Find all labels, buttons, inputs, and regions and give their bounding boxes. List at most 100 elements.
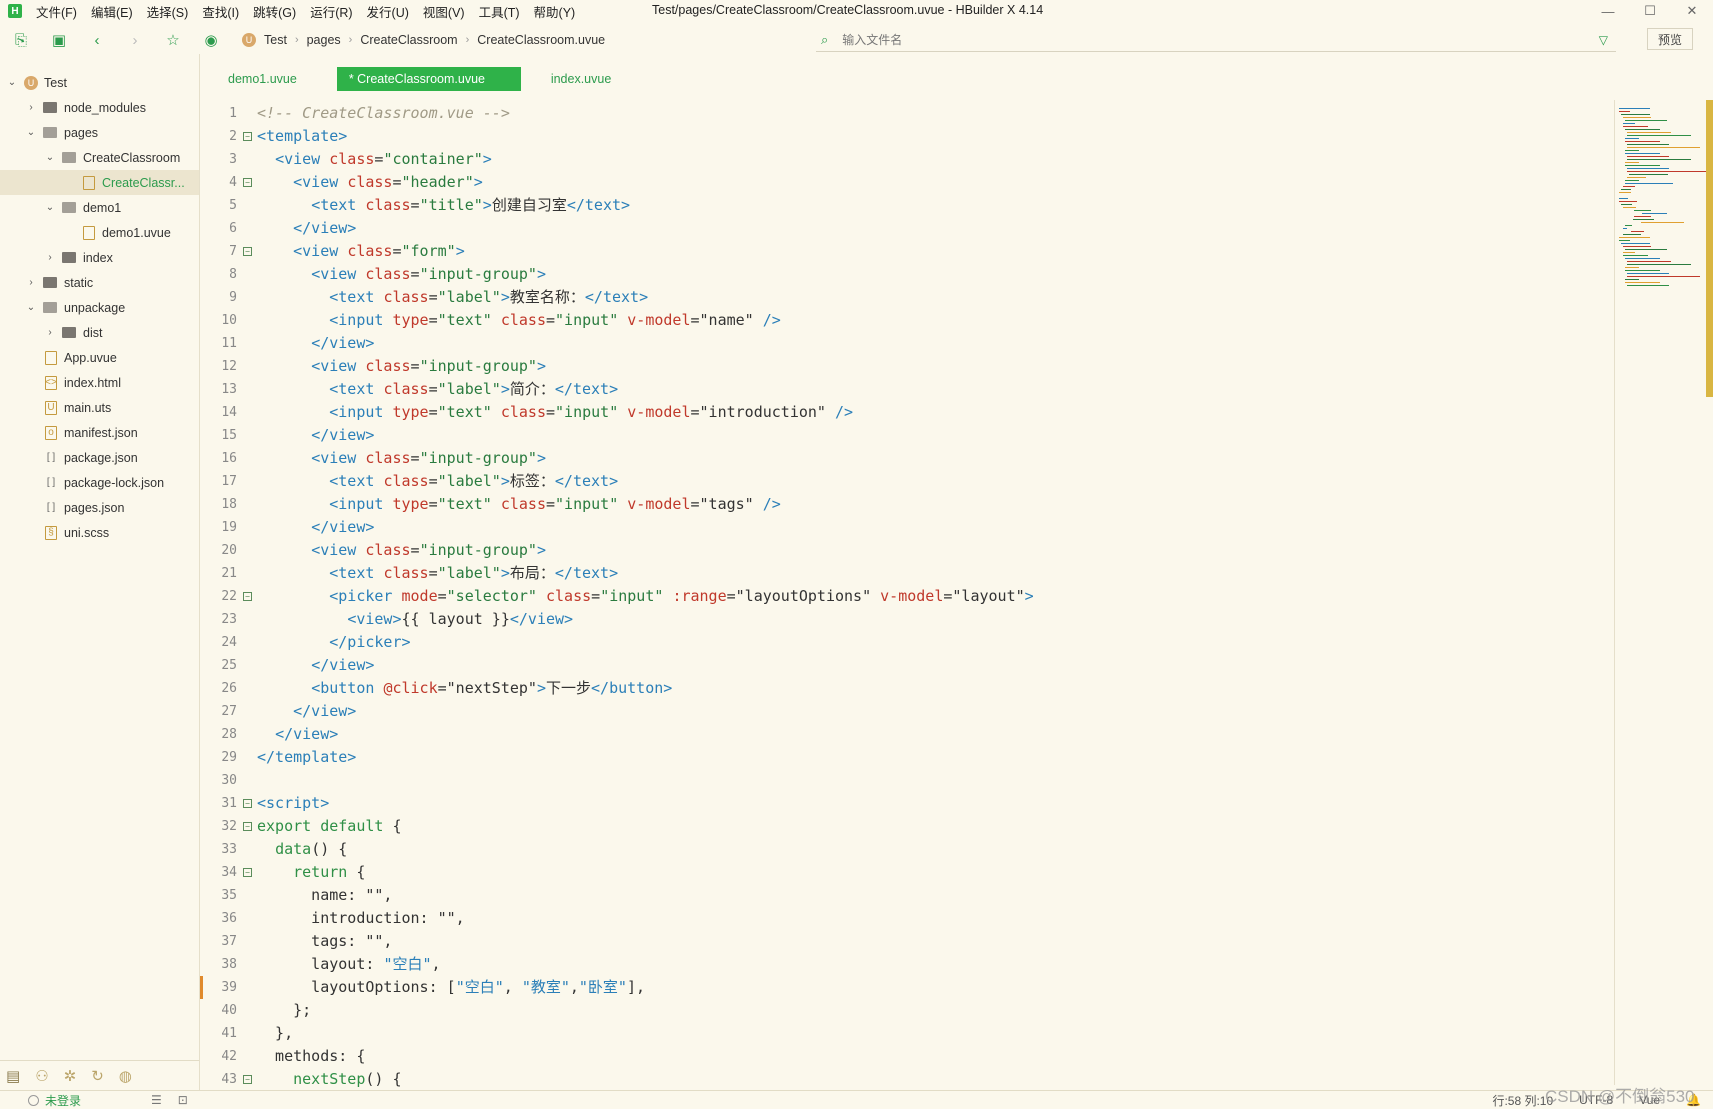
tree-item[interactable]: [ ] package.json bbox=[0, 445, 200, 470]
code-line[interactable]: 5 <text class="title">创建自习室</text> bbox=[200, 194, 1610, 217]
menu-item[interactable]: 发行(U) bbox=[367, 2, 409, 21]
plugin-icon[interactable]: ⚇ bbox=[35, 1067, 48, 1085]
chevron-right-icon[interactable]: › bbox=[25, 102, 37, 113]
code-line[interactable]: 23 <view>{{ layout }}</view> bbox=[200, 608, 1610, 631]
save-icon[interactable]: ▣ bbox=[50, 31, 68, 49]
code-line[interactable]: 15 </view> bbox=[200, 424, 1610, 447]
tree-item[interactable]: › node_modules bbox=[0, 95, 200, 120]
new-file-icon[interactable]: ⎘ bbox=[12, 31, 30, 49]
code-line[interactable]: 24 </picker> bbox=[200, 631, 1610, 654]
tree-item[interactable]: o manifest.json bbox=[0, 420, 200, 445]
chevron-down-icon[interactable]: ⌄ bbox=[25, 302, 37, 313]
code-line[interactable]: 13 <text class="label">简介：</text> bbox=[200, 378, 1610, 401]
chevron-right-icon[interactable]: › bbox=[25, 277, 37, 288]
code-line[interactable]: 26 <button @click="nextStep">下一步</button… bbox=[200, 677, 1610, 700]
breadcrumb-item[interactable]: CreateClassroom bbox=[360, 33, 457, 47]
run-icon[interactable]: ◉ bbox=[202, 31, 220, 49]
fold-toggle-icon[interactable]: − bbox=[243, 132, 252, 141]
fold-toggle-icon[interactable]: − bbox=[243, 799, 252, 808]
menu-item[interactable]: 跳转(G) bbox=[253, 2, 296, 21]
preview-button[interactable]: 预览 bbox=[1647, 28, 1693, 50]
fold-toggle-icon[interactable]: − bbox=[243, 1075, 252, 1084]
code-line[interactable]: 27 </view> bbox=[200, 700, 1610, 723]
menu-item[interactable]: 帮助(Y) bbox=[534, 2, 576, 21]
tree-item[interactable]: ⌄ demo1 bbox=[0, 195, 200, 220]
fold-toggle-icon[interactable]: − bbox=[243, 178, 252, 187]
code-line[interactable]: 41 }, bbox=[200, 1022, 1610, 1045]
menu-item[interactable]: 查找(I) bbox=[202, 2, 239, 21]
login-status[interactable]: 未登录 bbox=[28, 1092, 81, 1109]
tree-item[interactable]: ⌄ U Test bbox=[0, 70, 200, 95]
maximize-icon[interactable]: ☐ bbox=[1629, 0, 1671, 22]
code-line[interactable]: 11 </view> bbox=[200, 332, 1610, 355]
code-line[interactable]: 20 <view class="input-group"> bbox=[200, 539, 1610, 562]
refresh-icon[interactable]: ↻ bbox=[91, 1067, 104, 1085]
close-icon[interactable]: ✕ bbox=[1671, 0, 1713, 22]
minimize-icon[interactable]: — bbox=[1587, 0, 1629, 22]
chevron-right-icon[interactable]: › bbox=[44, 327, 56, 338]
chevron-down-icon[interactable]: ⌄ bbox=[44, 152, 56, 163]
tree-item[interactable]: [ ] package-lock.json bbox=[0, 470, 200, 495]
terminal-icon[interactable]: ⊡ bbox=[178, 1093, 188, 1107]
breadcrumb-item[interactable]: pages bbox=[307, 33, 341, 47]
code-line[interactable]: 3 <view class="container"> bbox=[200, 148, 1610, 171]
fold-toggle-icon[interactable]: − bbox=[243, 247, 252, 256]
code-line[interactable]: 28 </view> bbox=[200, 723, 1610, 746]
code-line[interactable]: 2− <template> bbox=[200, 125, 1610, 148]
code-line[interactable]: 22− <picker mode="selector" class="input… bbox=[200, 585, 1610, 608]
bookmark-star-icon[interactable]: ☆ bbox=[164, 31, 182, 49]
theme-icon[interactable]: ◍ bbox=[119, 1067, 132, 1085]
code-line[interactable]: 32− export default { bbox=[200, 815, 1610, 838]
tree-item[interactable]: › static bbox=[0, 270, 200, 295]
code-line[interactable]: 18 <input type="text" class="input" v-mo… bbox=[200, 493, 1610, 516]
editor-tab[interactable]: demo1.uvue bbox=[210, 67, 315, 91]
code-line[interactable]: 4− <view class="header"> bbox=[200, 171, 1610, 194]
tree-item[interactable]: § uni.scss bbox=[0, 520, 200, 545]
code-line[interactable]: 40 }; bbox=[200, 999, 1610, 1022]
chevron-right-icon[interactable]: › bbox=[44, 252, 56, 263]
code-line[interactable]: 30 bbox=[200, 769, 1610, 792]
breadcrumb-item[interactable]: CreateClassroom.uvue bbox=[477, 33, 605, 47]
code-line[interactable]: 1 <!-- CreateClassroom.vue --> bbox=[200, 102, 1610, 125]
fold-toggle-icon[interactable]: − bbox=[243, 868, 252, 877]
code-line[interactable]: 17 <text class="label">标签：</text> bbox=[200, 470, 1610, 493]
menu-item[interactable]: 视图(V) bbox=[423, 2, 465, 21]
tree-item[interactable]: <> index.html bbox=[0, 370, 200, 395]
menu-item[interactable]: 运行(R) bbox=[310, 2, 352, 21]
code-line[interactable]: 8 <view class="input-group"> bbox=[200, 263, 1610, 286]
tree-item[interactable]: CreateClassr... bbox=[0, 170, 200, 195]
code-line[interactable]: 10 <input type="text" class="input" v-mo… bbox=[200, 309, 1610, 332]
code-editor[interactable]: 1 <!-- CreateClassroom.vue --> 2− <template… bbox=[200, 102, 1610, 1087]
code-line[interactable]: 33 data() { bbox=[200, 838, 1610, 861]
code-line[interactable]: 21 <text class="label">布局：</text> bbox=[200, 562, 1610, 585]
code-line[interactable]: 29 </template> bbox=[200, 746, 1610, 769]
code-line[interactable]: 35 name: "", bbox=[200, 884, 1610, 907]
code-line[interactable]: 43− nextStep() { bbox=[200, 1068, 1610, 1087]
forward-arrow-icon[interactable]: › bbox=[126, 31, 144, 49]
minimap[interactable] bbox=[1614, 100, 1707, 1085]
tree-item[interactable]: ⌄ CreateClassroom bbox=[0, 145, 200, 170]
menu-item[interactable]: 编辑(E) bbox=[91, 2, 133, 21]
breadcrumb-item[interactable]: Test bbox=[264, 33, 287, 47]
list-icon[interactable]: ☰ bbox=[151, 1093, 162, 1107]
tree-item[interactable]: Umain.uts bbox=[0, 395, 200, 420]
code-line[interactable]: 16 <view class="input-group"> bbox=[200, 447, 1610, 470]
debug-bug-icon[interactable]: ✲ bbox=[64, 1067, 77, 1085]
code-line[interactable]: 39 layoutOptions: ["空白", "教室","卧室"], bbox=[200, 976, 1610, 999]
back-arrow-icon[interactable]: ‹ bbox=[88, 31, 106, 49]
tree-item[interactable]: › index bbox=[0, 245, 200, 270]
menu-item[interactable]: 文件(F) bbox=[36, 2, 77, 21]
code-line[interactable]: 14 <input type="text" class="input" v-mo… bbox=[200, 401, 1610, 424]
code-line[interactable]: 6 </view> bbox=[200, 217, 1610, 240]
code-line[interactable]: 38 layout: "空白", bbox=[200, 953, 1610, 976]
chevron-down-icon[interactable]: ⌄ bbox=[44, 202, 56, 213]
code-line[interactable]: 19 </view> bbox=[200, 516, 1610, 539]
tree-item[interactable]: › dist bbox=[0, 320, 200, 345]
menu-item[interactable]: 工具(T) bbox=[479, 2, 520, 21]
chevron-down-icon[interactable]: ⌄ bbox=[6, 77, 18, 88]
tree-item[interactable]: App.uvue bbox=[0, 345, 200, 370]
tree-item[interactable]: ⌄ unpackage bbox=[0, 295, 200, 320]
tree-item[interactable]: demo1.uvue bbox=[0, 220, 200, 245]
code-line[interactable]: 12 <view class="input-group"> bbox=[200, 355, 1610, 378]
editor-tab[interactable]: * CreateClassroom.uvue bbox=[336, 67, 521, 91]
